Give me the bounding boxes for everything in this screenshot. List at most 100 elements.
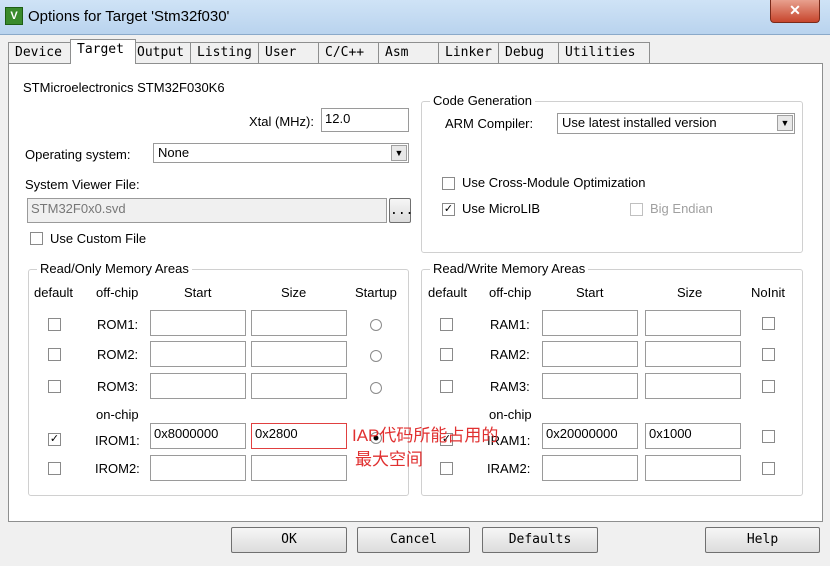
- rom-header-start: Start: [184, 285, 212, 300]
- ram-header-start: Start: [576, 285, 604, 300]
- svd-label: System Viewer File:: [25, 177, 140, 192]
- ram2-size-input[interactable]: [645, 341, 741, 367]
- ram2-label: RAM2:: [490, 347, 530, 362]
- rom3-default-checkbox[interactable]: [48, 380, 61, 393]
- ram1-label: RAM1:: [490, 317, 530, 332]
- svd-input[interactable]: STM32F0x0.svd: [27, 198, 387, 223]
- iram2-size-input[interactable]: [645, 455, 741, 481]
- tab-device[interactable]: Device: [8, 42, 76, 63]
- ram3-size-input[interactable]: [645, 373, 741, 399]
- cross-module-checkbox[interactable]: [442, 177, 455, 190]
- tab-asm[interactable]: Asm: [378, 42, 444, 63]
- rom2-startup-radio[interactable]: [370, 350, 382, 362]
- ram1-size-input[interactable]: [645, 310, 741, 336]
- ok-button[interactable]: OK: [231, 527, 347, 553]
- ram3-start-input[interactable]: [542, 373, 638, 399]
- irom2-default-checkbox[interactable]: [48, 462, 61, 475]
- microlib-label: Use MicroLIB: [462, 201, 541, 216]
- ram3-noinit-checkbox[interactable]: [762, 380, 775, 393]
- rom-onchip-label: on-chip: [96, 407, 139, 422]
- tab-utilities[interactable]: Utilities: [558, 42, 650, 63]
- cross-module-label: Use Cross-Module Optimization: [462, 175, 646, 190]
- device-name: STMicroelectronics STM32F030K6: [23, 80, 225, 95]
- iram2-default-checkbox[interactable]: [440, 462, 453, 475]
- irom1-start-input[interactable]: 0x8000000: [150, 423, 246, 449]
- os-select[interactable]: None ▼: [153, 143, 409, 163]
- ram2-noinit-checkbox[interactable]: [762, 348, 775, 361]
- ram2-default-checkbox[interactable]: [440, 348, 453, 361]
- ram-group-title: Read/Write Memory Areas: [430, 261, 589, 276]
- rom-header-offchip: off-chip: [96, 285, 139, 300]
- compiler-value: Use latest installed version: [562, 115, 717, 130]
- big-endian-checkbox[interactable]: [630, 203, 643, 216]
- help-button[interactable]: Help: [705, 527, 820, 553]
- tab-cpp[interactable]: C/C++: [318, 42, 382, 63]
- tab-output[interactable]: Output: [130, 42, 194, 63]
- ram2-start-input[interactable]: [542, 341, 638, 367]
- compiler-label: ARM Compiler:: [445, 116, 534, 131]
- xtal-input[interactable]: 12.0: [321, 108, 409, 132]
- iram2-noinit-checkbox[interactable]: [762, 462, 775, 475]
- tab-target[interactable]: Target: [70, 39, 136, 64]
- rom-header-size: Size: [281, 285, 307, 300]
- app-icon: V: [5, 7, 23, 25]
- custom-file-label: Use Custom File: [50, 231, 147, 246]
- close-button[interactable]: ✕: [770, 0, 820, 23]
- xtal-label: Xtal (MHz):: [249, 114, 314, 129]
- window-title: Options for Target 'Stm32f030': [28, 8, 230, 25]
- chevron-down-icon: ▼: [777, 115, 793, 131]
- tab-linker[interactable]: Linker: [438, 42, 504, 63]
- ram1-default-checkbox[interactable]: [440, 318, 453, 331]
- big-endian-label: Big Endian: [650, 201, 713, 216]
- rom3-start-input[interactable]: [150, 373, 246, 399]
- ram-header-default: default: [428, 285, 468, 300]
- iram1-start-input[interactable]: 0x20000000: [542, 423, 638, 449]
- compiler-select[interactable]: Use latest installed version ▼: [557, 113, 795, 134]
- irom1-size-input[interactable]: 0x2800: [251, 423, 347, 449]
- rom-header-default: default: [34, 285, 74, 300]
- microlib-checkbox[interactable]: ✓: [442, 203, 455, 216]
- code-generation-title: Code Generation: [430, 93, 536, 108]
- rom2-start-input[interactable]: [150, 341, 246, 367]
- rom1-default-checkbox[interactable]: [48, 318, 61, 331]
- ram-header-offchip: off-chip: [489, 285, 532, 300]
- custom-file-checkbox[interactable]: [30, 232, 43, 245]
- rom1-size-input[interactable]: [251, 310, 347, 336]
- annotation-line-2: 最大空间: [355, 450, 423, 469]
- irom1-default-checkbox[interactable]: ✓: [48, 433, 61, 446]
- irom2-size-input[interactable]: [251, 455, 347, 481]
- ram1-start-input[interactable]: [542, 310, 638, 336]
- rom-group-title: Read/Only Memory Areas: [37, 261, 192, 276]
- rom1-startup-radio[interactable]: [370, 319, 382, 331]
- ram-onchip-label: on-chip: [489, 407, 532, 422]
- rom1-start-input[interactable]: [150, 310, 246, 336]
- tab-listing[interactable]: Listing: [190, 42, 262, 63]
- rom1-label: ROM1:: [97, 317, 139, 332]
- rom3-label: ROM3:: [97, 379, 139, 394]
- tab-user[interactable]: User: [258, 42, 322, 63]
- irom1-label: IROM1:: [95, 433, 140, 448]
- svd-browse-button[interactable]: ...: [389, 198, 413, 223]
- iram1-noinit-checkbox[interactable]: [762, 430, 775, 443]
- chevron-down-icon: ▼: [391, 145, 407, 161]
- rom3-size-input[interactable]: [251, 373, 347, 399]
- irom2-start-input[interactable]: [150, 455, 246, 481]
- iram2-start-input[interactable]: [542, 455, 638, 481]
- rom3-startup-radio[interactable]: [370, 382, 382, 394]
- rom2-size-input[interactable]: [251, 341, 347, 367]
- annotation-line-1: IAP代码所能占用的: [352, 426, 499, 445]
- defaults-button[interactable]: Defaults: [482, 527, 598, 553]
- tab-debug[interactable]: Debug: [498, 42, 564, 63]
- cancel-button[interactable]: Cancel: [357, 527, 470, 553]
- rom-header-startup: Startup: [355, 285, 397, 300]
- iram2-label: IRAM2:: [487, 461, 531, 476]
- ram-header-noinit: NoInit: [751, 285, 785, 300]
- os-value: None: [158, 145, 190, 160]
- ram3-label: RAM3:: [490, 379, 530, 394]
- rom2-label: ROM2:: [97, 347, 139, 362]
- os-label: Operating system:: [25, 147, 131, 162]
- rom2-default-checkbox[interactable]: [48, 348, 61, 361]
- iram1-size-input[interactable]: 0x1000: [645, 423, 741, 449]
- ram3-default-checkbox[interactable]: [440, 380, 453, 393]
- ram1-noinit-checkbox[interactable]: [762, 317, 775, 330]
